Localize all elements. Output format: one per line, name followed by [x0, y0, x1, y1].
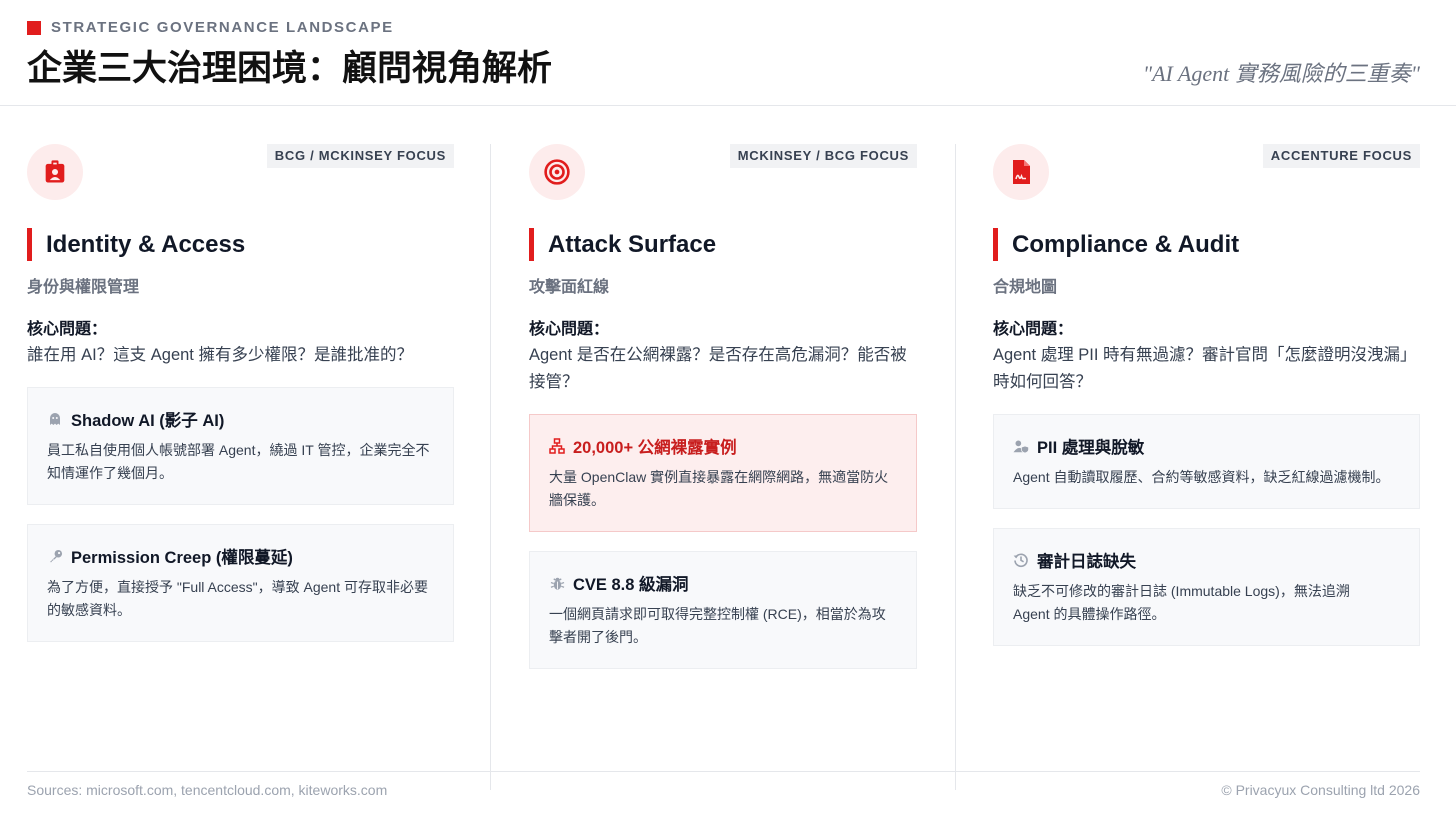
page-title: 企業三大治理困境：顧問視角解析 [27, 48, 553, 89]
card-title: 審計日誌缺失 [1037, 553, 1136, 571]
column-divider [955, 144, 956, 790]
card-text: 一個網頁請求即可取得完整控制權 (RCE)，相當於為攻擊者開了後門。 [549, 606, 886, 645]
card-text: 員工私自使用個人帳號部署 Agent，繞過 IT 管控，企業完全不知情運作了幾個… [47, 442, 430, 481]
focus-tag: ACCENTURE FOCUS [1262, 144, 1420, 168]
bug-icon [549, 575, 565, 591]
risk-card-shadow-ai: Shadow AI (影子 AI) 員工私自使用個人帳號部署 Agent，繞過 … [27, 387, 454, 505]
risk-card-pii: PII 處理與脫敏 Agent 自動讀取履歷、合約等敏感資料，缺乏紅線過濾機制。 [993, 414, 1420, 509]
card-title: Permission Creep (權限蔓延) [71, 549, 293, 567]
risk-card-public-exposure: 20,000+ 公網裸露實例 大量 OpenClaw 實例直接暴露在網際網路，無… [529, 414, 917, 532]
column-title: Identity & Access [27, 228, 245, 261]
card-text: Agent 自動讀取履歷、合約等敏感資料，缺乏紅線過濾機制。 [1013, 469, 1390, 485]
column-title: Compliance & Audit [993, 228, 1239, 261]
question-label: 核心問題： [993, 321, 1074, 338]
card-title: Shadow AI (影子 AI) [71, 412, 225, 430]
column-title: Attack Surface [529, 228, 716, 261]
card-title: 20,000+ 公網裸露實例 [573, 439, 737, 457]
question-text: Agent 是否在公網裸露？是否存在高危漏洞？能否被接管？ [529, 346, 907, 391]
card-text: 為了方便，直接授予 "Full Access"，導致 Agent 可存取非必要的… [47, 579, 428, 618]
footer-sources: Sources: microsoft.com, tencentcloud.com… [27, 782, 388, 798]
card-title: CVE 8.8 級漏洞 [573, 576, 689, 594]
focus-tag: BCG / MCKINSEY FOCUS [266, 144, 454, 168]
card-text: 大量 OpenClaw 實例直接暴露在網際網路，無適當防火牆保護。 [549, 469, 889, 508]
eyebrow-marker [27, 20, 41, 35]
question-text: 誰在用 AI？這支 Agent 擁有多少權限？是誰批准的？ [27, 346, 413, 364]
key-icon [47, 548, 63, 564]
risk-card-audit-log: 審計日誌缺失 缺乏不可修改的審計日誌 (Immutable Logs)，無法追溯… [993, 528, 1420, 646]
id-badge-icon [27, 144, 83, 200]
user-shield-icon [1013, 438, 1029, 454]
file-signature-icon [993, 144, 1049, 200]
ghost-icon [47, 411, 63, 427]
column-subtitle: 身份與權限管理 [27, 279, 140, 296]
risk-card-permission-creep: Permission Creep (權限蔓延) 為了方便，直接授予 "Full … [27, 524, 454, 642]
question-label: 核心問題： [529, 321, 610, 338]
network-icon [549, 438, 565, 454]
focus-tag: MCKINSEY / BCG FOCUS [729, 144, 917, 168]
column-subtitle: 合規地圖 [993, 279, 1058, 296]
history-icon [1013, 552, 1029, 568]
page-tagline: "AI Agent 實務風險的三重奏" [1142, 61, 1420, 86]
column-subtitle: 攻擊面紅線 [529, 279, 610, 296]
card-title: PII 處理與脫敏 [1037, 439, 1145, 457]
card-text: 缺乏不可修改的審計日誌 (Immutable Logs)，無法追溯 Agent … [1013, 583, 1350, 622]
page-header: STRATEGIC GOVERNANCE LANDSCAPE 企業三大治理困境：… [0, 0, 1456, 106]
eyebrow-label: STRATEGIC GOVERNANCE LANDSCAPE [51, 19, 394, 36]
footer-copyright: © Privacyux Consulting ltd 2026 [1221, 782, 1420, 798]
footer-divider [27, 771, 1420, 772]
column-divider [490, 144, 491, 790]
question-text: Agent 處理 PII 時有無過濾？審計官問「怎麼證明沒洩漏」時如何回答？ [993, 346, 1417, 391]
question-label: 核心問題： [27, 321, 108, 338]
risk-card-cve: CVE 8.8 級漏洞 一個網頁請求即可取得完整控制權 (RCE)，相當於為攻擊… [529, 551, 917, 669]
eyebrow: STRATEGIC GOVERNANCE LANDSCAPE [27, 19, 394, 36]
target-icon [529, 144, 585, 200]
